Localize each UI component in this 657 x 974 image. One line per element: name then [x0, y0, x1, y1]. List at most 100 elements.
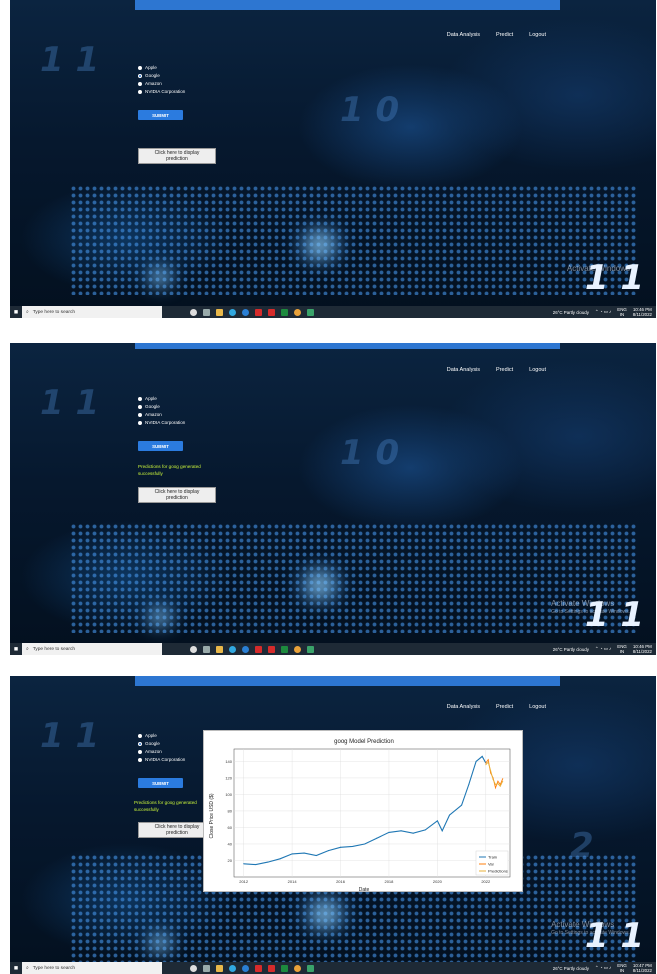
- lang-indicator[interactable]: ENG IN: [617, 644, 627, 654]
- edge-icon[interactable]: [229, 645, 236, 653]
- ie-icon[interactable]: [242, 308, 249, 316]
- excel-icon[interactable]: [281, 308, 288, 316]
- edge-icon[interactable]: [229, 308, 236, 316]
- cortana-icon[interactable]: [190, 964, 197, 972]
- radio-button[interactable]: [138, 397, 142, 401]
- task-view-icon[interactable]: [203, 645, 210, 653]
- app-red-icon[interactable]: [255, 308, 262, 316]
- cortana-icon[interactable]: [190, 645, 197, 653]
- weather-widget[interactable]: 26°C Partly cloudy: [553, 310, 589, 315]
- radio-button-selected[interactable]: [138, 742, 142, 746]
- clock[interactable]: 10:46 PM 8/11/2022: [633, 307, 652, 317]
- app-red-icon[interactable]: [268, 964, 275, 972]
- lang-indicator[interactable]: ENG IN: [617, 963, 627, 973]
- windows-start-icon[interactable]: ■: [10, 962, 22, 974]
- radio-button[interactable]: [138, 413, 142, 417]
- chart-ylabel: Close Price USD ($): [209, 793, 215, 838]
- radio-button[interactable]: [138, 734, 142, 738]
- radio-button[interactable]: [138, 758, 142, 762]
- radio-option-apple[interactable]: Apple: [138, 64, 185, 72]
- windows-start-icon[interactable]: ■: [10, 643, 22, 655]
- radio-button[interactable]: [138, 405, 142, 409]
- prediction-chart: goog Model Prediction Date Close Price U…: [209, 739, 511, 893]
- file-explorer-icon[interactable]: [216, 964, 223, 972]
- task-view-icon[interactable]: [203, 308, 210, 316]
- submit-button[interactable]: SUBMIT: [138, 110, 183, 120]
- file-explorer-icon[interactable]: [216, 645, 223, 653]
- radio-option-nvidia[interactable]: NVIDIA Corporation: [138, 756, 185, 764]
- tray-icons[interactable]: ⌃ ◔ ▭ ♪: [595, 646, 611, 652]
- radio-button[interactable]: [138, 421, 142, 425]
- app-green-icon[interactable]: [307, 308, 314, 316]
- windows-start-icon[interactable]: ■: [10, 306, 22, 318]
- cortana-icon[interactable]: [190, 308, 197, 316]
- app-red-icon[interactable]: [268, 645, 275, 653]
- chrome-icon[interactable]: [294, 964, 301, 972]
- app-green-icon[interactable]: [307, 964, 314, 972]
- app-green-icon[interactable]: [307, 645, 314, 653]
- company-radio-group: Apple Google Amazon NVIDIA Corporation: [138, 64, 185, 96]
- radio-label: Google: [145, 73, 160, 78]
- data-point: [315, 855, 317, 857]
- nav-logout[interactable]: Logout: [529, 704, 546, 710]
- weather-widget[interactable]: 26°C Partly cloudy: [553, 647, 589, 652]
- chrome-icon[interactable]: [294, 645, 301, 653]
- clock[interactable]: 10:47 PM 8/11/2022: [633, 963, 652, 973]
- radio-option-google[interactable]: Google: [138, 740, 185, 748]
- taskbar-search[interactable]: ⌕ Type here to search: [22, 962, 162, 974]
- region-label: IN: [619, 312, 625, 317]
- radio-option-nvidia[interactable]: NVIDIA Corporation: [138, 419, 185, 427]
- tray-icons[interactable]: ⌃ ◔ ▭ ♪: [595, 965, 611, 971]
- taskbar-search[interactable]: ⌕ Type here to search: [22, 643, 162, 655]
- radio-button-selected[interactable]: [138, 74, 142, 78]
- search-placeholder: Type here to search: [32, 646, 76, 652]
- data-point: [424, 829, 426, 831]
- radio-button[interactable]: [138, 90, 142, 94]
- display-prediction-button[interactable]: Click here to display prediction: [138, 148, 216, 164]
- nav-logout[interactable]: Logout: [529, 32, 546, 38]
- excel-icon[interactable]: [281, 964, 288, 972]
- nav-data-analysis[interactable]: Data Analysis: [447, 32, 480, 38]
- data-point: [267, 861, 269, 863]
- radio-button[interactable]: [138, 82, 142, 86]
- nav-predict[interactable]: Predict: [496, 367, 513, 373]
- app-red-icon[interactable]: [268, 308, 275, 316]
- nav-predict[interactable]: Predict: [496, 32, 513, 38]
- lang-indicator[interactable]: ENG IN: [617, 307, 627, 317]
- weather-widget[interactable]: 26°C Partly cloudy: [553, 966, 589, 971]
- ie-icon[interactable]: [242, 645, 249, 653]
- ie-icon[interactable]: [242, 964, 249, 972]
- submit-button[interactable]: SUBMIT: [138, 778, 183, 788]
- edge-icon[interactable]: [229, 964, 236, 972]
- excel-icon[interactable]: [281, 645, 288, 653]
- submit-button[interactable]: SUBMIT: [138, 441, 183, 451]
- file-explorer-icon[interactable]: [216, 308, 223, 316]
- radio-option-apple[interactable]: Apple: [138, 732, 185, 740]
- radio-option-google[interactable]: Google: [138, 72, 185, 80]
- clock[interactable]: 10:46 PM 8/11/2022: [633, 644, 652, 654]
- app-red-icon[interactable]: [255, 964, 262, 972]
- data-point: [492, 779, 494, 781]
- radio-option-amazon[interactable]: Amazon: [138, 411, 185, 419]
- radio-option-amazon[interactable]: Amazon: [138, 748, 185, 756]
- taskbar-search[interactable]: ⌕ Type here to search: [22, 306, 162, 318]
- nav-logout[interactable]: Logout: [529, 367, 546, 373]
- radio-option-nvidia[interactable]: NVIDIA Corporation: [138, 88, 185, 96]
- app-red-icon[interactable]: [255, 645, 262, 653]
- radio-option-apple[interactable]: Apple: [138, 395, 185, 403]
- light-glow: [140, 265, 180, 289]
- nav-predict[interactable]: Predict: [496, 704, 513, 710]
- nav-data-analysis[interactable]: Data Analysis: [447, 367, 480, 373]
- radio-button[interactable]: [138, 750, 142, 754]
- tray-icons[interactable]: ⌃ ◔ ▭ ♪: [595, 309, 611, 315]
- task-view-icon[interactable]: [203, 964, 210, 972]
- radio-button[interactable]: [138, 66, 142, 70]
- display-prediction-button[interactable]: Click here to display prediction: [138, 487, 216, 503]
- data-point: [340, 846, 342, 848]
- x-tick-label: 2020: [433, 879, 443, 884]
- radio-option-google[interactable]: Google: [138, 403, 185, 411]
- system-tray: 26°C Partly cloudy ⌃ ◔ ▭ ♪ ENG IN 10:47 P…: [553, 963, 656, 973]
- radio-option-amazon[interactable]: Amazon: [138, 80, 185, 88]
- chrome-icon[interactable]: [294, 308, 301, 316]
- nav-data-analysis[interactable]: Data Analysis: [447, 704, 480, 710]
